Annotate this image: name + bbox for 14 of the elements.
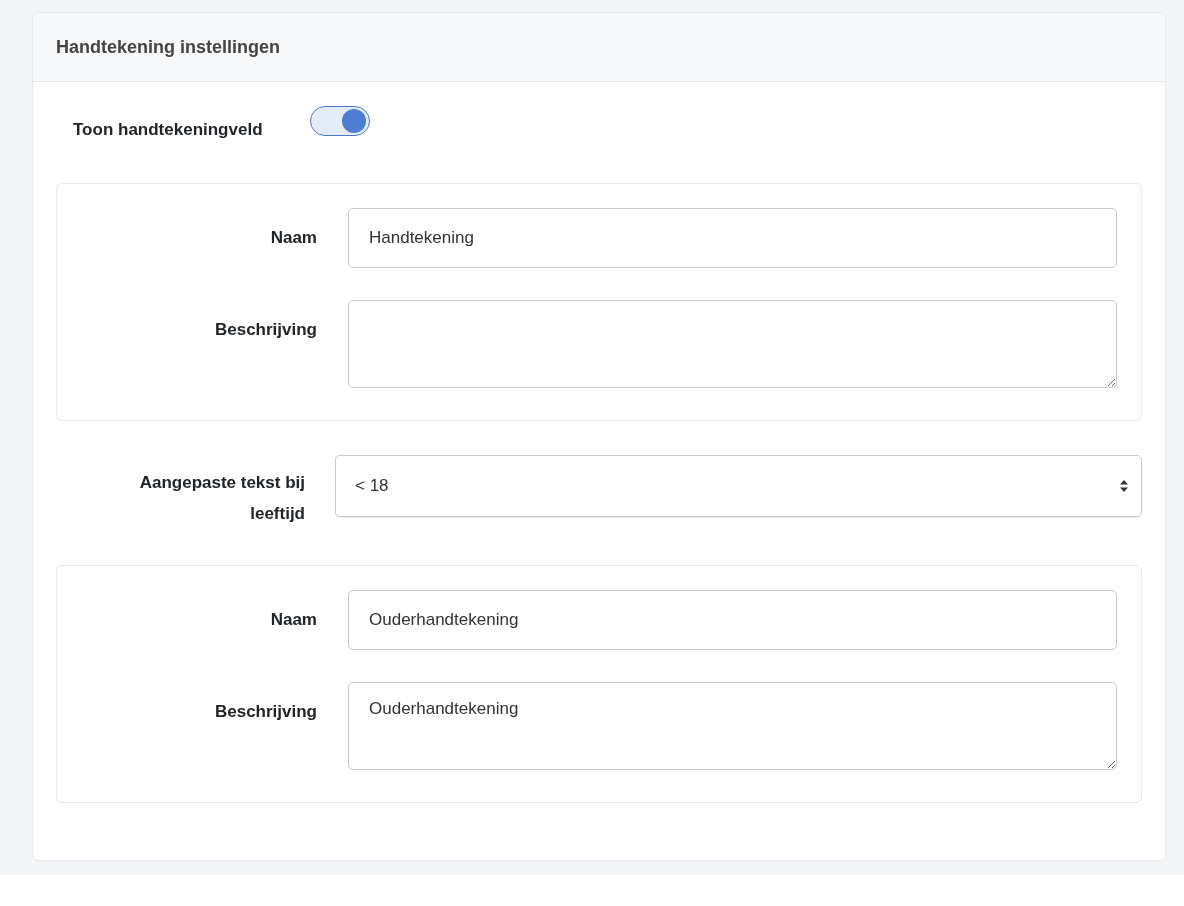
description-field[interactable]: Ouderhandtekening [348, 682, 1117, 770]
field-label: Beschrijving [214, 319, 317, 341]
name-field[interactable]: Ouderhandtekening [348, 590, 1117, 650]
field-label: Naam [270, 609, 317, 631]
field-label: Naam [270, 227, 317, 249]
age-select[interactable]: < 18 [335, 455, 1142, 517]
card-title: Handtekening instellingen [56, 36, 281, 58]
field-label: Aangepaste tekst bij leeftijd [138, 472, 305, 525]
sort-caret-icon [1119, 479, 1129, 493]
name-field[interactable]: Handtekening [348, 208, 1117, 268]
toggle-label: Toon handtekeningveld [72, 120, 263, 140]
field-label: Beschrijving [214, 701, 317, 723]
toggle-switch[interactable] [310, 106, 370, 136]
description-field[interactable] [348, 300, 1117, 388]
